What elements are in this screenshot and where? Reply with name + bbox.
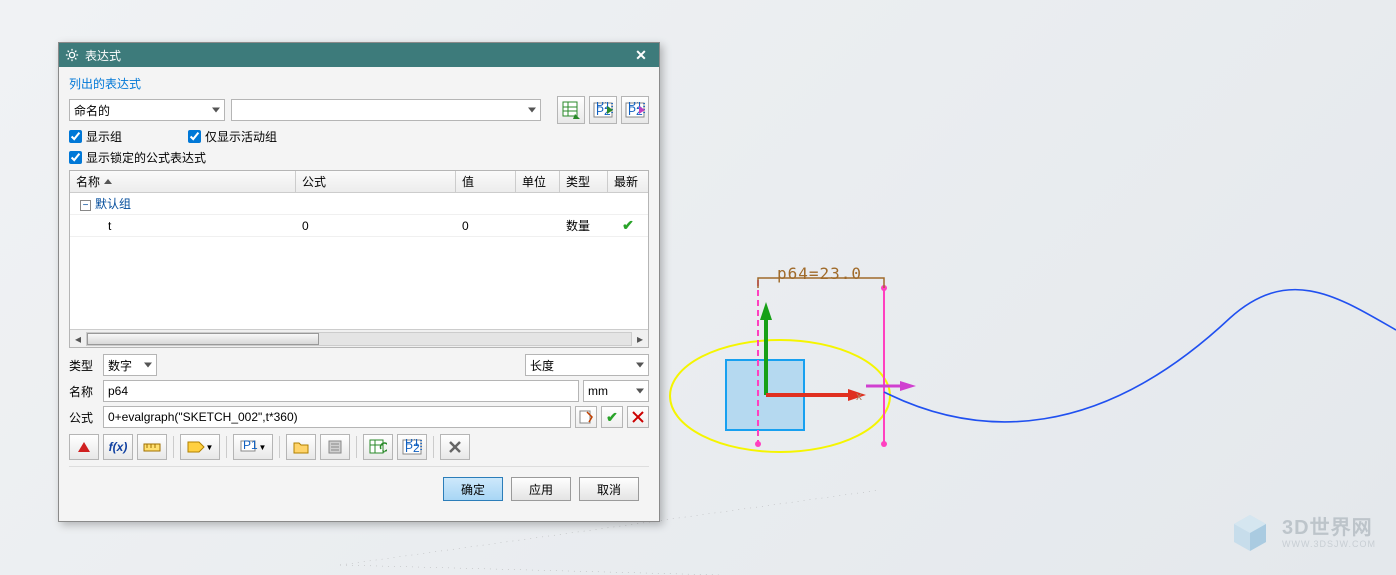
- scroll-right-icon[interactable]: ▸: [632, 331, 648, 347]
- titlebar[interactable]: 表达式 ✕: [59, 43, 659, 67]
- formula-accept-button[interactable]: ✔: [601, 406, 623, 428]
- filter-combo[interactable]: 命名的: [69, 99, 225, 121]
- dialog-title: 表达式: [85, 47, 629, 64]
- formula-edit-icon[interactable]: [575, 406, 597, 428]
- formula-input[interactable]: [103, 406, 571, 428]
- th-new[interactable]: 最新: [608, 171, 648, 192]
- expression-table[interactable]: 名称 公式 值 单位 类型 最新 −默认组 t 0 0 数量 ✔: [69, 170, 649, 348]
- th-type[interactable]: 类型: [560, 171, 608, 192]
- svg-text:x: x: [856, 389, 862, 403]
- formula-reject-button[interactable]: [627, 406, 649, 428]
- fx-icon[interactable]: f(x): [103, 434, 133, 460]
- name-input[interactable]: [103, 380, 579, 402]
- scroll-left-icon[interactable]: ◂: [70, 331, 86, 347]
- folder-icon[interactable]: [286, 434, 316, 460]
- close-button[interactable]: ✕: [629, 44, 653, 66]
- p1p2-icon[interactable]: P1=P2=: [397, 434, 427, 460]
- tag-icon[interactable]: ▼: [180, 434, 220, 460]
- th-formula[interactable]: 公式: [296, 171, 456, 192]
- watermark-logo-icon: [1228, 511, 1272, 555]
- table-row[interactable]: t 0 0 数量 ✔: [70, 215, 648, 237]
- th-value[interactable]: 值: [456, 171, 516, 192]
- measure-icon[interactable]: [137, 434, 167, 460]
- watermark-text: 3D世界网: [1282, 517, 1376, 539]
- watermark-url: WWW.3DSJW.COM: [1282, 539, 1376, 549]
- secondary-combo[interactable]: [231, 99, 541, 121]
- apply-button[interactable]: 应用: [511, 477, 571, 501]
- svg-text:P1=: P1=: [243, 440, 258, 452]
- watermark: 3D世界网 WWW.3DSJW.COM: [1228, 511, 1376, 555]
- expression-dialog: 表达式 ✕ 列出的表达式 命名的 P1=P2= P1=P2= 显示组 仅显示活动…: [58, 42, 660, 522]
- p1p2-magenta-icon[interactable]: P1=P2=: [621, 96, 649, 124]
- dimension-label: p64=23.0: [777, 264, 862, 283]
- gear-icon: [65, 48, 79, 62]
- chk-show-locked[interactable]: 显示锁定的公式表达式: [69, 149, 206, 166]
- formula-label: 公式: [69, 409, 99, 426]
- triangle-up-icon[interactable]: [69, 434, 99, 460]
- cancel-button[interactable]: 取消: [579, 477, 639, 501]
- type-combo[interactable]: 数字: [103, 354, 157, 376]
- list-icon[interactable]: [320, 434, 350, 460]
- spreadsheet-icon[interactable]: [557, 96, 585, 124]
- sort-asc-icon: [104, 179, 112, 184]
- filter-combo-value: 命名的: [74, 102, 110, 119]
- svg-text:P2=: P2=: [405, 441, 422, 455]
- unit-combo[interactable]: mm: [583, 380, 649, 402]
- check-icon: ✔: [622, 217, 634, 233]
- type-label: 类型: [69, 357, 99, 374]
- group-row[interactable]: −默认组: [70, 193, 648, 215]
- p1-icon[interactable]: P1=▼: [233, 434, 273, 460]
- delete-x-icon[interactable]: [440, 434, 470, 460]
- chk-show-active[interactable]: 仅显示活动组: [188, 128, 277, 145]
- ok-button[interactable]: 确定: [443, 477, 503, 501]
- bottom-toolbar: f(x) ▼ P1=▼ P1=P2=: [69, 434, 649, 460]
- p1p2-green-icon[interactable]: P1=P2=: [589, 96, 617, 124]
- chk-show-group[interactable]: 显示组: [69, 128, 122, 145]
- th-unit[interactable]: 单位: [516, 171, 560, 192]
- tree-collapse-icon[interactable]: −: [80, 200, 91, 211]
- spreadsheet-refresh-icon[interactable]: [363, 434, 393, 460]
- horizontal-scrollbar[interactable]: ◂ ▸: [70, 329, 648, 347]
- name-label: 名称: [69, 383, 99, 400]
- section-label: 列出的表达式: [69, 75, 649, 92]
- dimension-combo[interactable]: 长度: [525, 354, 649, 376]
- scroll-thumb[interactable]: [87, 333, 319, 345]
- th-name[interactable]: 名称: [70, 171, 296, 192]
